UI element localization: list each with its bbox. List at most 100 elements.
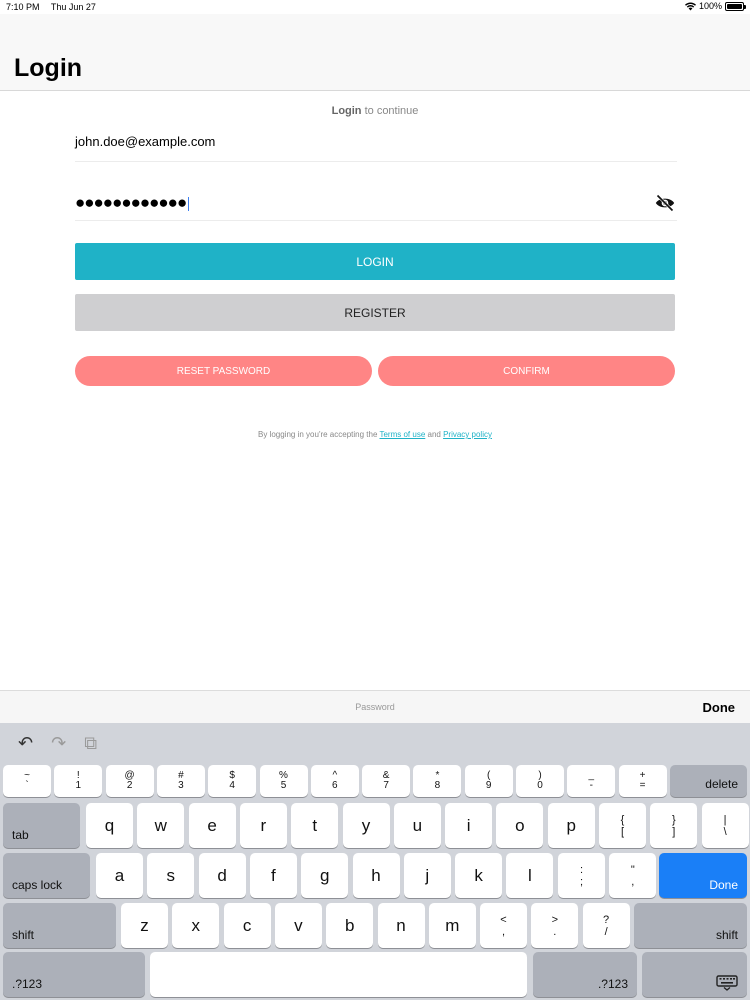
key-7[interactable]: & 7 (362, 765, 411, 797)
password-field[interactable]: ●●●●●●●●●●●● (75, 191, 677, 221)
reset-password-button[interactable]: RESET PASSWORD (75, 356, 372, 386)
subtitle-rest: to continue (361, 105, 419, 117)
key-top-label: : (579, 863, 584, 876)
key-bottom-label: 7 (383, 780, 389, 791)
caps-lock-key[interactable]: caps lock (3, 853, 90, 898)
key-bracket-right[interactable]: }] (650, 803, 698, 848)
key-2[interactable]: @2 (105, 765, 154, 797)
key-top-label: } (671, 813, 676, 826)
key-bottom-label: 6 (332, 780, 338, 791)
subtitle-bold: Login (331, 105, 362, 117)
key-top-label: " (630, 863, 635, 876)
key-s[interactable]: s (147, 853, 195, 898)
key-j[interactable]: j (403, 853, 451, 898)
key-bottom-label: 2 (126, 780, 133, 791)
key-d[interactable]: d (198, 853, 246, 898)
key-top-label: < (500, 913, 507, 926)
key-bottom-label: [ (620, 825, 625, 838)
register-button[interactable]: REGISTER (75, 294, 675, 331)
key-v[interactable]: v (274, 903, 322, 948)
key-y[interactable]: y (342, 803, 390, 848)
key-less-than[interactable]: <, (480, 903, 527, 948)
key-p[interactable]: p (547, 803, 595, 848)
key--[interactable]: _ - (567, 765, 616, 797)
space-key[interactable] (150, 952, 527, 997)
key-t[interactable]: t (291, 803, 339, 848)
key-semicolon[interactable]: :; (558, 853, 605, 898)
key-quote[interactable]: ", (609, 853, 657, 898)
key-bottom-label: 1 (75, 780, 82, 791)
email-field[interactable]: john.doe@example.com (75, 134, 677, 162)
key-1[interactable]: ! 1 (54, 765, 103, 797)
key-bracket-left[interactable]: {[ (599, 803, 646, 848)
key-6[interactable]: ^ 6 (310, 765, 359, 797)
numbers-key-right[interactable]: .?123 (533, 952, 637, 997)
key-0[interactable]: ) 0 (516, 765, 564, 797)
key-w[interactable]: w (137, 803, 185, 848)
key-l[interactable]: l (506, 853, 554, 898)
eye-slash-icon[interactable] (655, 194, 675, 212)
key-5[interactable]: % 5 (259, 765, 308, 797)
key-u[interactable]: u (393, 803, 441, 848)
key-r[interactable]: r (239, 803, 287, 848)
key-e[interactable]: e (188, 803, 236, 848)
email-value: john.doe@example.com (75, 134, 216, 149)
login-button[interactable]: LOGIN (75, 243, 675, 280)
page-title: Login (14, 54, 83, 82)
key-bottom-label: ` (25, 780, 29, 791)
key-bottom-label: 5 (280, 780, 287, 791)
key-a[interactable]: a (96, 853, 143, 898)
shift-key-right[interactable]: shift (634, 903, 747, 948)
key-question[interactable]: ? / (582, 903, 630, 948)
keyboard-dismiss-icon (716, 975, 738, 991)
paste-icon[interactable]: ⧉ (84, 733, 97, 754)
key-bottom-label: - (589, 780, 593, 791)
undo-icon[interactable]: ↶ (18, 733, 33, 754)
done-button[interactable]: Done (703, 700, 736, 715)
field-hint: Password (355, 702, 395, 712)
numbers-key-left[interactable]: .?123 (3, 952, 145, 997)
delete-key[interactable]: delete (670, 765, 747, 797)
key-backslash[interactable]: | \ (701, 803, 749, 848)
key-greater-than[interactable]: >. (531, 903, 579, 948)
key-h[interactable]: h (352, 853, 400, 898)
key-bottom-label: 9 (485, 780, 492, 791)
key-4[interactable]: $4 (208, 765, 257, 797)
key-8[interactable]: * 8 (413, 765, 462, 797)
tab-key[interactable]: tab (3, 803, 80, 848)
keyboard-dismiss-key[interactable] (642, 952, 747, 997)
keyboard-done-key[interactable]: Done (659, 853, 747, 898)
key-g[interactable]: g (301, 853, 349, 898)
key-3[interactable]: #3 (156, 765, 205, 797)
keyboard: ↶ ↷ ⧉ ~ `! 1 @2 #3 $4% 5 ^ 6 & 7 * 8(9) 0 _ - + = delete ta… (0, 723, 750, 1000)
key-f[interactable]: f (249, 853, 297, 898)
key-b[interactable]: b (326, 903, 374, 948)
key-bottom-label: 8 (434, 780, 441, 791)
key-bottom-label: ] (672, 825, 676, 838)
key-=[interactable]: + = (618, 765, 667, 797)
terms-text: By logging in you're accepting the Terms… (0, 430, 750, 439)
key-9[interactable]: (9 (464, 765, 513, 797)
battery-percent: 100% (698, 1, 722, 11)
key-z[interactable]: z (121, 903, 168, 948)
redo-icon[interactable]: ↷ (51, 733, 66, 754)
key-bottom-label: 3 (178, 780, 184, 791)
key-x[interactable]: x (172, 903, 220, 948)
password-value: ●●●●●●●●●●●● (75, 193, 187, 212)
key-top-label: ? (603, 913, 610, 926)
confirm-button[interactable]: CONFIRM (378, 356, 675, 386)
key-`[interactable]: ~ ` (3, 765, 51, 797)
key-m[interactable]: m (428, 903, 476, 948)
subtitle: Login to continue (0, 105, 750, 117)
key-bottom-label: = (639, 780, 646, 791)
key-q[interactable]: q (86, 803, 133, 848)
privacy-policy-link[interactable]: Privacy policy (443, 430, 492, 439)
key-i[interactable]: i (445, 803, 493, 848)
key-o[interactable]: o (496, 803, 544, 848)
terms-of-use-link[interactable]: Terms of use (379, 430, 425, 439)
key-c[interactable]: c (223, 903, 271, 948)
key-n[interactable]: n (377, 903, 425, 948)
key-top-label: > (551, 913, 559, 926)
key-k[interactable]: k (455, 853, 503, 898)
shift-key-left[interactable]: shift (3, 903, 116, 948)
